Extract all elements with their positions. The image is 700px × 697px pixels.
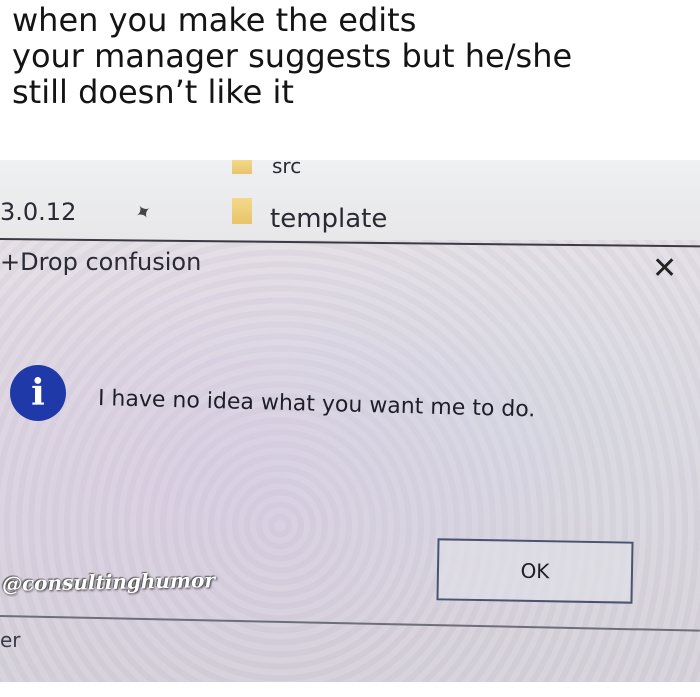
dialog-photo: src 3.0.12 ✦ template +Drop confusion ✕ … xyxy=(0,160,700,682)
bottom-fragment: er xyxy=(0,628,21,652)
caption-line-1: when you make the edits xyxy=(12,1,417,39)
template-folder-icon xyxy=(232,198,252,224)
dialog-message: I have no idea what you want me to do. xyxy=(97,386,536,423)
caption-line-3: still doesn’t like it xyxy=(12,73,294,111)
watermark: @consultinghumor xyxy=(1,568,216,596)
footer-divider xyxy=(0,615,700,632)
info-icon: i xyxy=(10,365,66,421)
folder-src-label: src xyxy=(272,160,302,178)
caption-line-2: your manager suggests but he/she xyxy=(12,37,573,75)
meme-caption: when you make the edits your manager sug… xyxy=(12,2,692,110)
dialog-title: +Drop confusion xyxy=(0,248,202,276)
template-folder-label: template xyxy=(270,204,388,234)
folder-icon xyxy=(232,160,252,174)
ok-button[interactable]: OK xyxy=(436,538,634,604)
close-icon[interactable]: ✕ xyxy=(652,254,677,284)
version-label: 3.0.12 xyxy=(0,198,77,226)
